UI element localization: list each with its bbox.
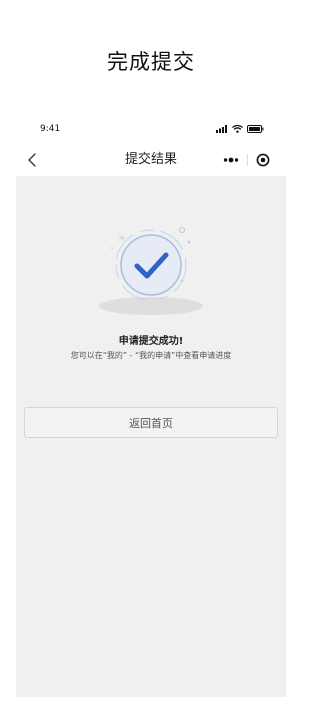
target-circle-icon <box>256 153 270 167</box>
more-button[interactable] <box>216 149 247 171</box>
more-dots-icon <box>224 157 239 163</box>
page: 完成提交 9:41 提交结果 申请提交成功! 您可以在“我的” - “我的申请”… <box>0 0 302 724</box>
status-icons <box>216 125 264 133</box>
wifi-icon <box>232 125 243 133</box>
page-heading: 完成提交 <box>107 50 195 74</box>
capsule-menu <box>216 149 278 171</box>
battery-icon <box>247 125 264 133</box>
status-time: 9:41 <box>40 124 61 134</box>
result-description: 您可以在“我的” - “我的申请”中查看申请进度 <box>70 351 232 360</box>
return-home-button[interactable]: 返回首页 <box>24 407 278 438</box>
check-circle-icon <box>99 227 203 315</box>
content-area: 申请提交成功! 您可以在“我的” - “我的申请”中查看申请进度 返回首页 <box>16 176 286 697</box>
status-bar: 9:41 <box>16 118 286 140</box>
close-miniprogram-button[interactable] <box>248 149 279 171</box>
navbar: 提交结果 <box>16 144 286 176</box>
result-title: 申请提交成功! <box>118 336 184 347</box>
signal-icon <box>216 125 227 133</box>
